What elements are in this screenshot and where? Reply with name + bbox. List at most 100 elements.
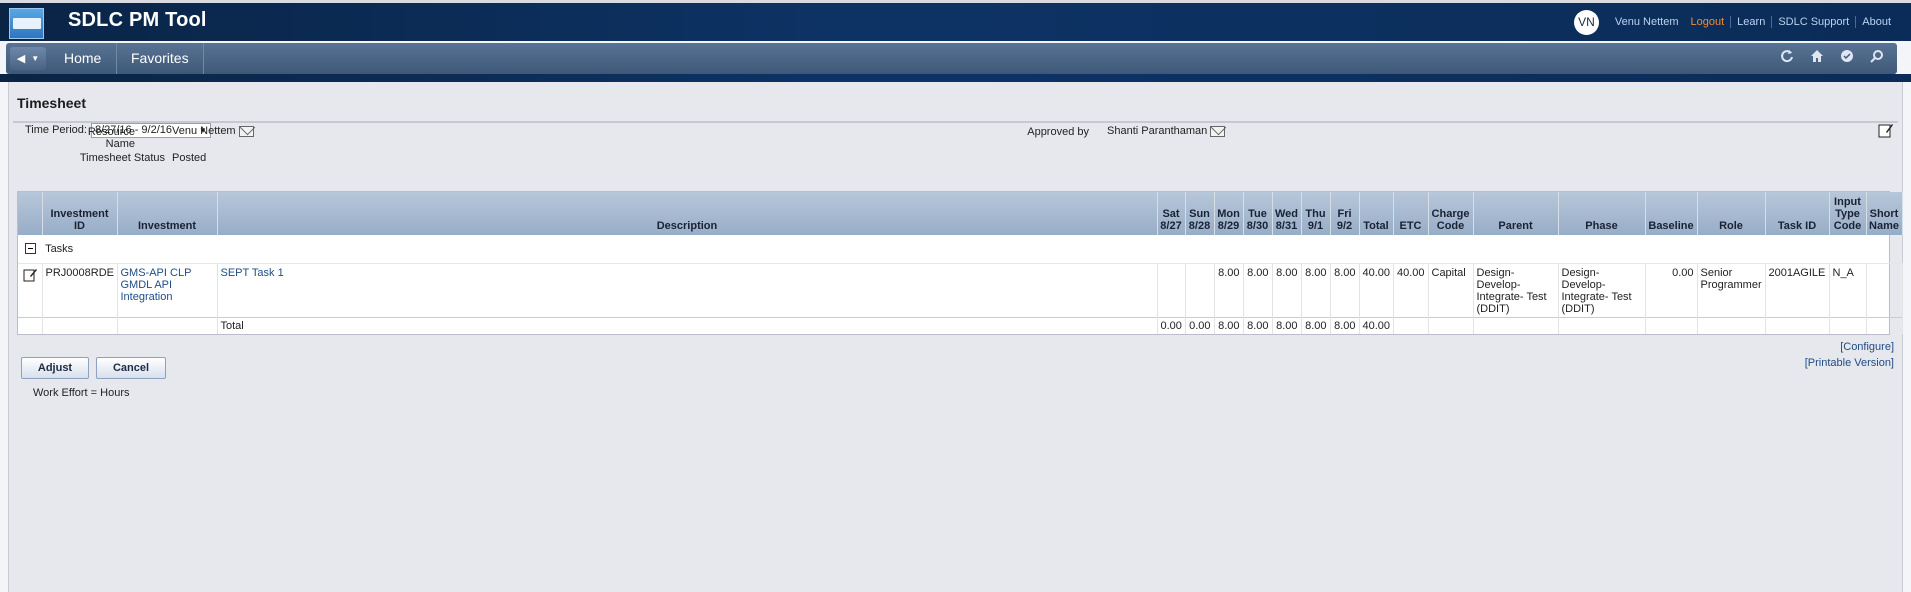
sdlc-support-link[interactable]: SDLC Support [1771, 16, 1855, 28]
total-blank [1558, 316, 1646, 334]
user-name[interactable]: Venu Nettem [1609, 16, 1685, 28]
check-circle-icon[interactable] [1837, 48, 1857, 68]
group-label: Tasks [45, 242, 74, 255]
total-sat: 0.00 [1157, 316, 1186, 334]
select-column-header [18, 192, 43, 235]
total-mon: 8.00 [1214, 316, 1244, 334]
resource-name-text: Venu Nettem [172, 125, 236, 137]
col-total[interactable]: Total [1359, 192, 1394, 235]
work-effort-note: Work Effort = Hours [33, 387, 130, 399]
page-title: Timesheet [17, 95, 86, 111]
collapse-icon[interactable] [25, 243, 36, 255]
mail-icon[interactable] [1210, 125, 1226, 137]
total-blank [1428, 316, 1474, 334]
total-blank [1697, 316, 1766, 334]
cell-investment-link[interactable]: GMS-API CLP GMDL API Integration [117, 263, 218, 317]
total-wed: 8.00 [1272, 316, 1302, 334]
col-charge-code[interactable]: Charge Code [1428, 192, 1474, 235]
app-title: SDLC PM Tool [68, 9, 207, 31]
approved-by-label: Approved by [1027, 126, 1089, 138]
col-parent[interactable]: Parent [1473, 192, 1559, 235]
cell-short-name [1866, 263, 1903, 317]
adjust-button[interactable]: Adjust [21, 357, 89, 379]
col-etc[interactable]: ETC [1393, 192, 1429, 235]
total-blank [1473, 316, 1559, 334]
timesheet-status-label: Timesheet Status [79, 152, 165, 164]
cell-etc: 40.00 [1393, 263, 1429, 317]
chevron-down-icon: ▼ [31, 54, 40, 63]
home-icon[interactable] [1807, 48, 1827, 68]
cell-sun[interactable] [1185, 263, 1215, 317]
divider [13, 121, 1898, 123]
col-baseline[interactable]: Baseline [1645, 192, 1698, 235]
col-wed[interactable]: Wed 8/31 [1272, 192, 1302, 235]
search-icon[interactable] [1867, 48, 1887, 68]
col-sat[interactable]: Sat 8/27 [1157, 192, 1186, 235]
col-tue[interactable]: Tue 8/30 [1243, 192, 1273, 235]
cell-role: Senior Programmer [1697, 263, 1766, 317]
group-row-tasks: Tasks [18, 235, 1902, 264]
col-sun[interactable]: Sun 8/28 [1185, 192, 1215, 235]
cancel-button[interactable]: Cancel [96, 357, 166, 379]
total-label: Total [217, 316, 1158, 334]
cell-task-id: 2001AGILE [1765, 263, 1830, 317]
total-tue: 8.00 [1243, 316, 1273, 334]
total-blank [1765, 316, 1830, 334]
cell-mon[interactable]: 8.00 [1214, 263, 1244, 317]
approved-by-value: Shanti Paranthaman [1107, 125, 1226, 137]
cell-description-link[interactable]: SEPT Task 1 [217, 263, 1158, 317]
nav-home[interactable]: Home [52, 43, 113, 74]
learn-link[interactable]: Learn [1730, 16, 1771, 28]
col-investment[interactable]: Investment [117, 192, 218, 235]
back-arrow-icon: ◀ [16, 53, 26, 65]
printable-version-link[interactable]: [Printable Version] [1805, 357, 1894, 369]
refresh-icon[interactable] [1777, 48, 1797, 68]
col-task-id[interactable]: Task ID [1765, 192, 1830, 235]
cell-phase: Design-Develop-Integrate- Test (DDIT) [1558, 263, 1646, 317]
navigation-bar: ◀ ▼ Home Favorites [6, 43, 1897, 74]
col-role[interactable]: Role [1697, 192, 1766, 235]
cell-fri[interactable]: 8.00 [1330, 263, 1360, 317]
resource-name-value: Venu Nettem [172, 125, 254, 137]
cell-thu[interactable]: 8.00 [1301, 263, 1331, 317]
edit-icon[interactable] [1878, 122, 1894, 138]
total-blank [18, 316, 43, 334]
cell-total: 40.00 [1359, 263, 1394, 317]
cell-investment-id: PRJ0008RDE [42, 263, 118, 317]
total-blank [1866, 316, 1903, 334]
col-investment-id[interactable]: Investment ID [42, 192, 118, 235]
configure-link[interactable]: [Configure] [1840, 341, 1894, 353]
col-mon[interactable]: Mon 8/29 [1214, 192, 1244, 235]
resource-name-label: Resource Name [87, 126, 135, 150]
cell-charge-code: Capital [1428, 263, 1474, 317]
col-phase[interactable]: Phase [1558, 192, 1646, 235]
approved-by-text: Shanti Paranthaman [1107, 125, 1208, 137]
col-short-name[interactable]: Short Name [1866, 192, 1903, 235]
total-blank [42, 316, 118, 334]
about-link[interactable]: About [1855, 16, 1897, 28]
back-history-button[interactable]: ◀ ▼ [10, 47, 46, 70]
cell-tue[interactable]: 8.00 [1243, 263, 1273, 317]
edit-row-icon[interactable] [23, 267, 38, 282]
row-edit-cell [18, 263, 43, 317]
header-band [0, 74, 1911, 82]
col-input-type-code[interactable]: Input Type Code [1829, 192, 1867, 235]
company-logo[interactable] [9, 8, 44, 39]
user-links: VN Venu Nettem Logout Learn SDLC Support… [1573, 9, 1897, 35]
total-blank [1393, 316, 1429, 334]
nav-favorites[interactable]: Favorites [116, 43, 204, 74]
main-content: Timesheet Time Period: 8/27/16 - 9/2/16 … [8, 82, 1903, 592]
total-thu: 8.00 [1301, 316, 1331, 334]
col-fri[interactable]: Fri 9/2 [1330, 192, 1360, 235]
col-description[interactable]: Description [217, 192, 1158, 235]
cell-sat[interactable] [1157, 263, 1186, 317]
user-avatar[interactable]: VN [1573, 9, 1599, 35]
total-sun: 0.00 [1185, 316, 1215, 334]
cell-wed[interactable]: 8.00 [1272, 263, 1302, 317]
mail-icon[interactable] [238, 125, 254, 137]
logout-link[interactable]: Logout [1685, 16, 1731, 28]
top-header: SDLC PM Tool VN Venu Nettem Logout Learn… [0, 0, 1911, 41]
table-row: PRJ0008RDE GMS-API CLP GMDL API Integrat… [18, 263, 1903, 317]
total-blank [117, 316, 218, 334]
col-thu[interactable]: Thu 9/1 [1301, 192, 1331, 235]
